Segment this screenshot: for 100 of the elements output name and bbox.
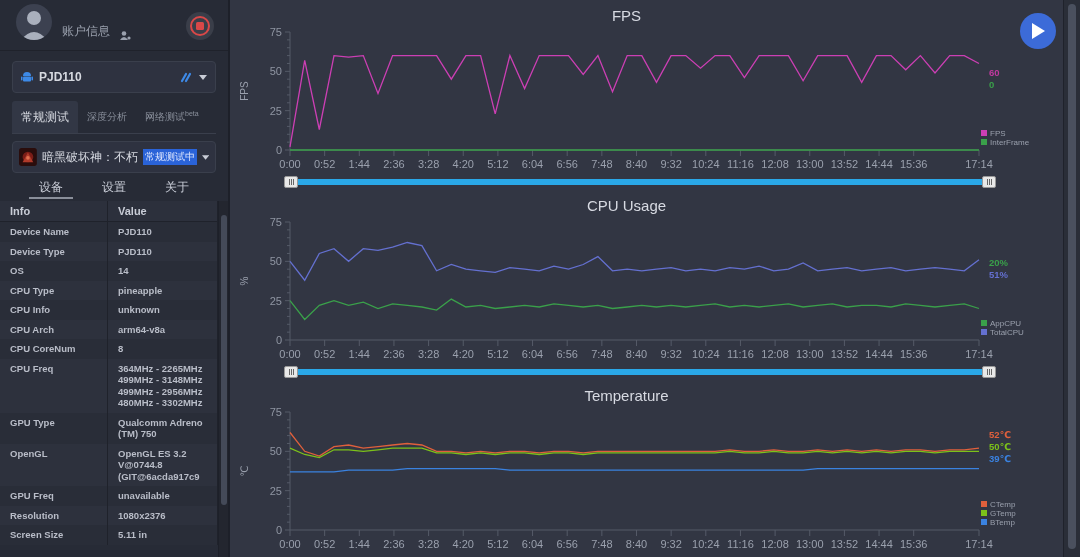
legend-swatch [981, 139, 987, 145]
tick-label: 12:08 [761, 538, 789, 550]
tick-label: 0:52 [313, 538, 336, 550]
caret-icon [199, 74, 207, 80]
legend-label: InterFrame [990, 138, 1030, 147]
tick-label: 15:36 [899, 538, 928, 550]
tick-label: 15:36 [899, 158, 928, 170]
tick-label: 7:48 [591, 538, 613, 550]
legend-swatch [981, 501, 987, 507]
table-cell: pineapple [108, 280, 218, 300]
column-header: Value [108, 201, 218, 222]
tick-label: 50 [269, 255, 282, 268]
tick-label: 11:16 [727, 158, 754, 170]
legend-swatch [981, 329, 987, 335]
table-cell: arm64-v8a [108, 319, 218, 339]
table-cell: OpenGL [0, 443, 108, 486]
tab[interactable]: 设备 [29, 179, 74, 199]
tick-label: 75 [269, 406, 282, 418]
current-value: 39℃ [989, 453, 1012, 464]
current-value: 51% [989, 269, 1008, 280]
device-name: PJD110 [39, 70, 82, 84]
tick-label: 13:52 [830, 158, 859, 170]
legend-swatch [981, 130, 987, 136]
table-cell: CPU Freq [0, 358, 108, 413]
tick-label: 25 [269, 294, 282, 307]
scrollbar[interactable] [1063, 0, 1080, 557]
current-value: 60 [989, 67, 1000, 78]
chart-title: FPS [611, 6, 642, 26]
stop-button[interactable] [186, 12, 214, 40]
tick-label: 25 [269, 484, 282, 497]
tick-label: 13:00 [796, 158, 824, 170]
tick-label: 50 [269, 65, 282, 78]
tick-label: 0 [275, 524, 282, 536]
tick-label: 0 [275, 144, 282, 156]
tick-label: 15:36 [899, 348, 928, 360]
slider-handle[interactable] [982, 176, 996, 188]
tick-label: 13:52 [830, 348, 859, 360]
device-dropdown[interactable]: PJD110 [12, 61, 216, 93]
link-icon [180, 71, 193, 83]
table-cell: PJD110 [108, 241, 218, 261]
app-dropdown[interactable]: 暗黑破坏神：不朽 常规测试中 [12, 141, 216, 173]
tick-label: 8:40 [625, 538, 648, 550]
slider-track[interactable] [298, 179, 982, 185]
tick-label: 17:14 [965, 158, 993, 170]
tick-label: 0:00 [279, 348, 301, 360]
android-icon [21, 70, 33, 84]
tab[interactable]: 设置 [92, 179, 136, 199]
tick-label: 10:24 [692, 538, 720, 550]
tick-label: 3:28 [417, 348, 440, 360]
legend-label: CTemp [990, 500, 1016, 509]
table-cell: CPU Arch [0, 319, 108, 339]
tick-label: 6:56 [556, 348, 578, 360]
play-button[interactable] [1020, 13, 1056, 49]
tick-label: 9:32 [660, 348, 682, 360]
current-value: 52℃ [989, 429, 1012, 440]
tab[interactable]: 关于 [154, 179, 199, 199]
tick-label: 0:52 [313, 348, 336, 360]
tab[interactable]: 网络测试$^{beta}$ [136, 101, 208, 133]
tick-label: 6:04 [521, 348, 544, 360]
legend-label: BTemp [990, 518, 1015, 527]
slider-track[interactable] [298, 369, 982, 375]
status-badge: 常规测试中 [142, 149, 197, 165]
table-cell: 1080x2376 [108, 505, 218, 525]
axis-label: FPS [239, 81, 250, 101]
tick-label: 2:36 [383, 348, 405, 360]
slider-handle[interactable] [982, 366, 996, 378]
tick-label: 6:04 [521, 158, 544, 170]
tick-label: 3:28 [417, 158, 440, 170]
tick-label: 75 [269, 26, 282, 38]
legend-swatch [981, 320, 987, 326]
current-value: 50℃ [989, 441, 1012, 452]
table-cell: OpenGL ES 3.2 V@0744.8 (GIT@6acda917c9 [108, 443, 218, 486]
tab[interactable]: 常规测试 [12, 101, 78, 133]
tick-label: 17:14 [965, 348, 993, 360]
tick-label: 6:04 [521, 538, 544, 550]
account-link[interactable]: 账户信息 [62, 23, 110, 40]
tick-label: 75 [269, 216, 282, 228]
tick-label: 0:00 [279, 158, 301, 170]
tick-label: 17:14 [965, 538, 993, 550]
legend-label: GTemp [990, 509, 1016, 518]
slider-handle[interactable] [284, 176, 298, 188]
legend-label: AppCPU [990, 319, 1022, 328]
tick-label: 2:36 [383, 538, 405, 550]
tick-label: 11:16 [727, 538, 754, 550]
tick-label: 14:44 [865, 538, 893, 550]
scrollbar[interactable] [218, 201, 228, 557]
legend-swatch [981, 510, 987, 516]
tick-label: 7:48 [591, 158, 613, 170]
tick-label: 8:40 [625, 348, 648, 360]
chart-title: Temperature [584, 386, 669, 406]
tick-label: 13:00 [796, 348, 824, 360]
slider-handle[interactable] [284, 366, 298, 378]
play-icon [1031, 23, 1045, 39]
tick-label: 5:12 [487, 158, 509, 170]
legend-swatch [981, 519, 987, 525]
tab[interactable]: 深度分析 [78, 101, 136, 133]
tick-label: 12:08 [761, 158, 789, 170]
current-value: 0 [989, 79, 995, 90]
avatar[interactable] [16, 4, 52, 40]
tick-label: 5:12 [487, 348, 509, 360]
